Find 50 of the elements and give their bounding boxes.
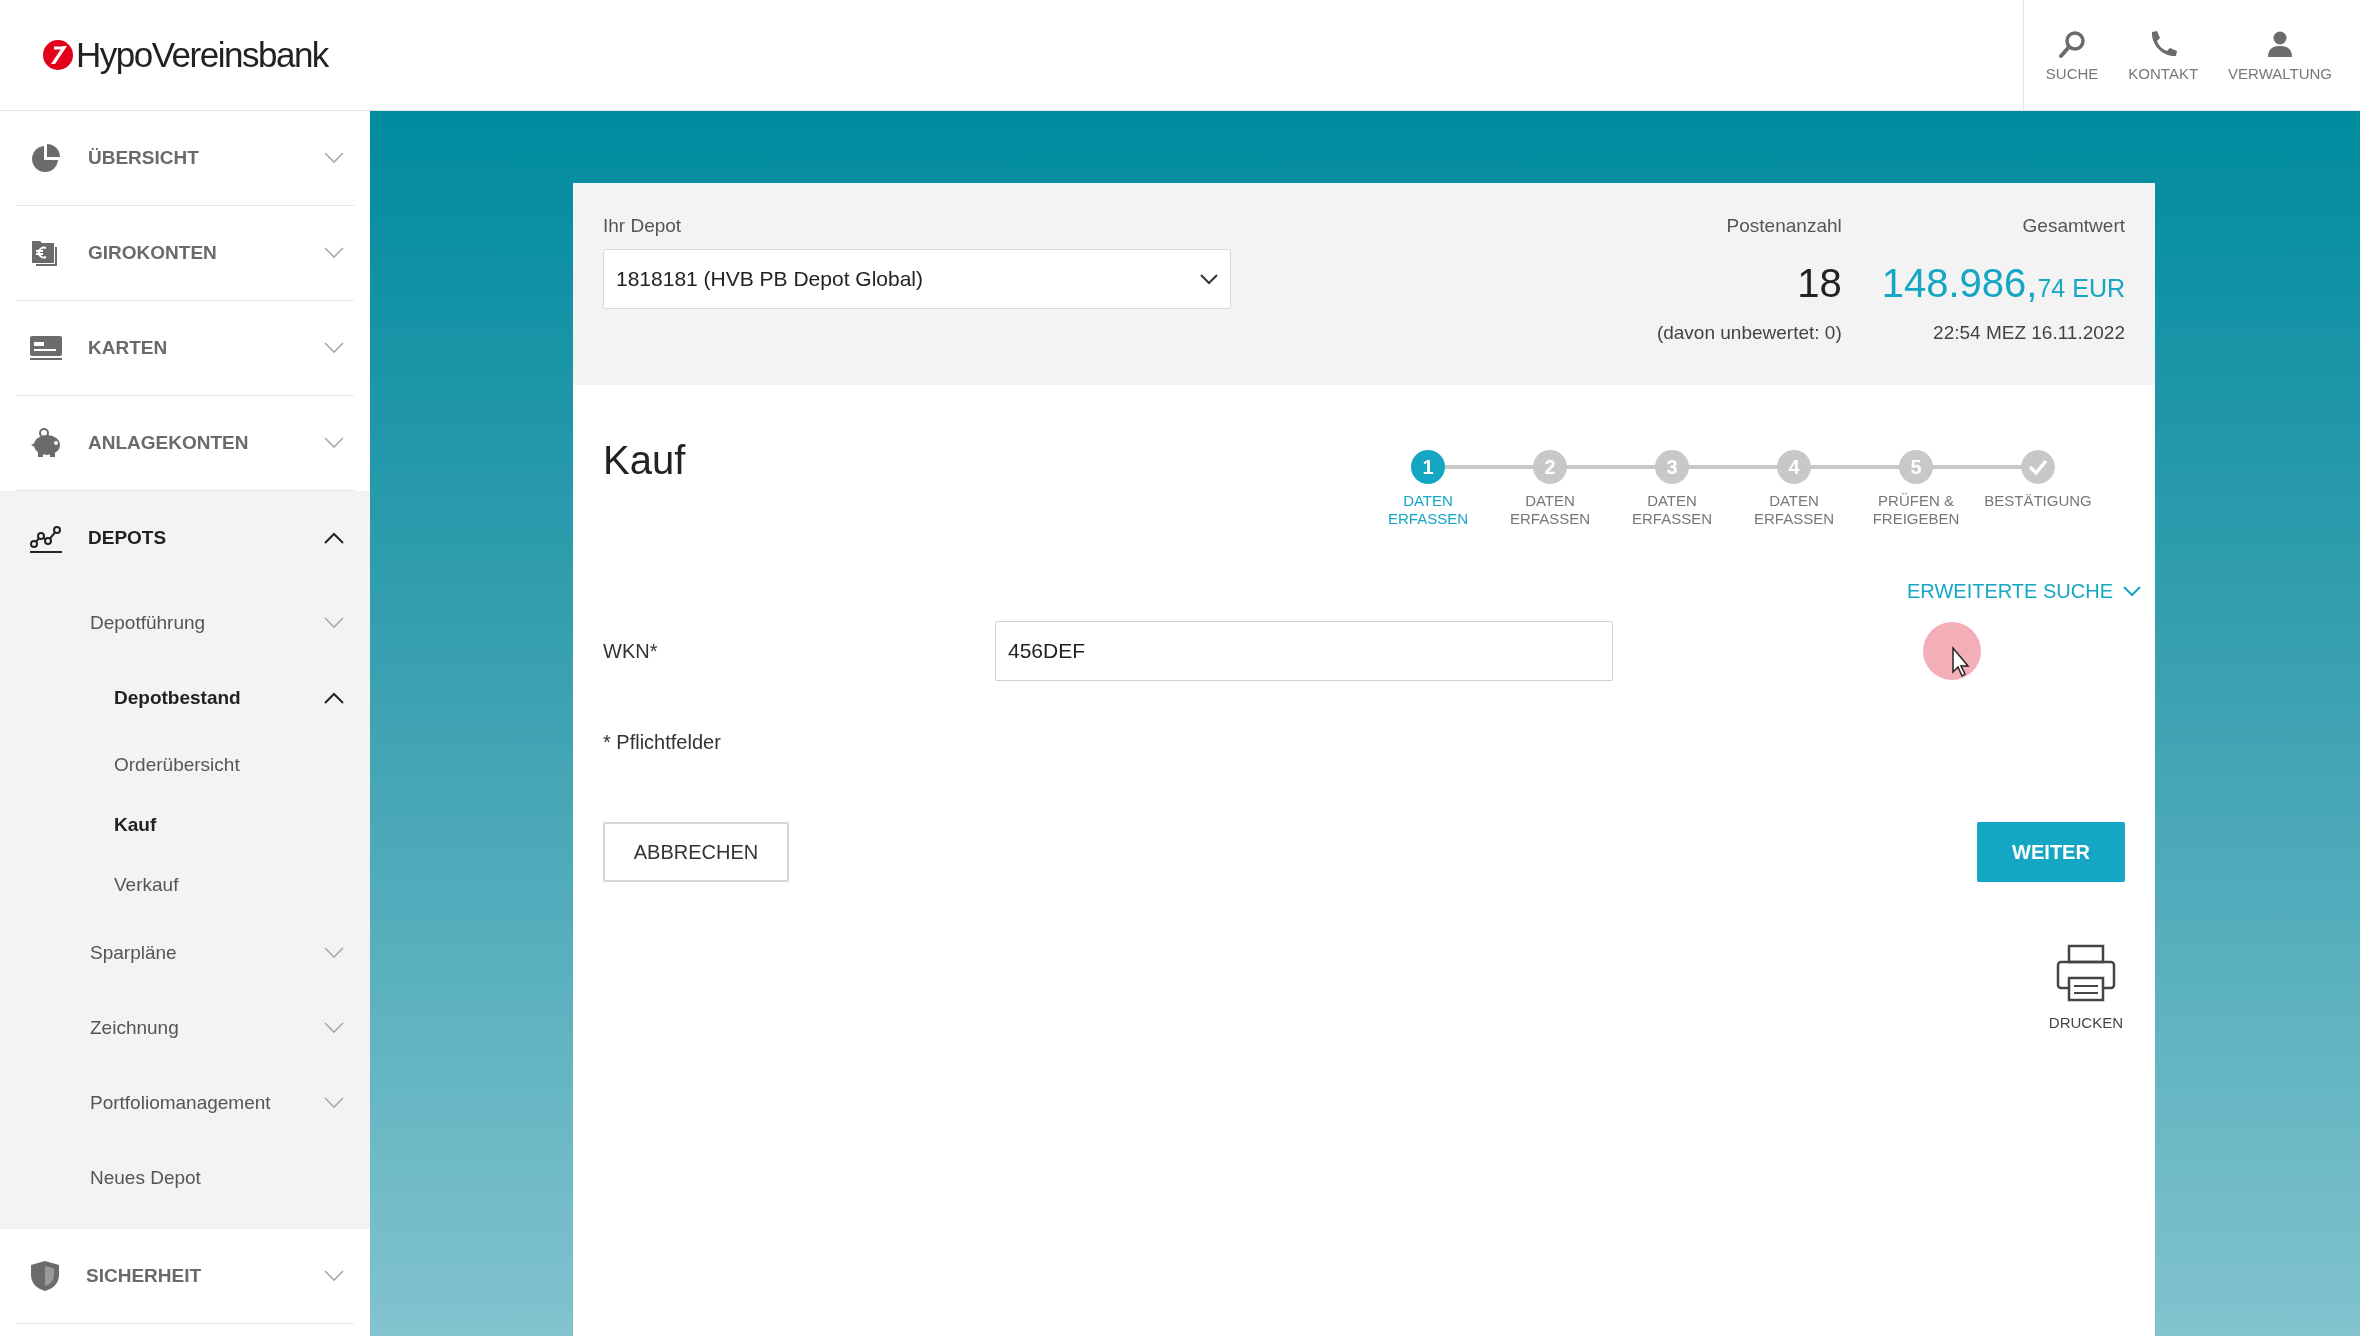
nav-item[interactable]: GIROKONTEN <box>16 206 354 300</box>
print-button[interactable]: DRUCKEN <box>2048 944 2123 1031</box>
search-icon <box>2057 28 2088 59</box>
stat-label: Gesamtwert <box>2022 215 2125 237</box>
chevron-down-icon <box>1200 273 1218 285</box>
position-count: 18 <box>1797 261 1842 306</box>
shield-icon <box>30 1260 60 1292</box>
nav-subitem[interactable]: Depotbestand <box>16 660 354 735</box>
field-label: Ihr Depot <box>603 215 683 237</box>
chevron-down-icon <box>2123 586 2141 597</box>
logo-icon <box>42 39 74 71</box>
total-amount: 148.986, <box>1881 261 2038 306</box>
nav-subitem[interactable]: Sparpläne <box>16 915 354 990</box>
field-label: WKN* <box>603 639 659 663</box>
nav-subitem[interactable]: Zeichnung <box>16 990 354 1065</box>
pie-chart-icon <box>30 142 62 174</box>
search-button[interactable]: SUCHE <box>2033 28 2111 82</box>
nav-subitem[interactable]: Neues Depot <box>16 1140 354 1215</box>
contact-button[interactable]: KONTAKT <box>2116 28 2211 82</box>
step-label: PRÜFEN & FREIGEBEN <box>1871 492 1961 528</box>
step-label: DATEN ERFASSEN <box>1509 492 1591 528</box>
depot-select[interactable]: 1818181 (HVB PB Depot Global) <box>603 249 1231 309</box>
step-label: DATEN ERFASSEN <box>1387 492 1469 528</box>
piggy-bank-icon <box>30 427 62 459</box>
nav-item[interactable]: KARTEN <box>16 301 354 395</box>
nav-subitem[interactable]: Verkauf <box>16 855 354 915</box>
timestamp: 22:54 MEZ 16.11.2022 <box>1933 322 2125 344</box>
cancel-button[interactable]: ABBRECHEN <box>603 822 789 882</box>
nav-item[interactable]: ANLAGEKONTEN <box>16 396 354 490</box>
nav-subitem[interactable]: Kauf <box>16 795 354 855</box>
nav-subitem[interactable]: Depotführung <box>16 585 354 660</box>
step-label: DATEN ERFASSEN <box>1753 492 1835 528</box>
step-label: BESTÄTIGUNG <box>1983 492 2093 510</box>
printer-icon <box>2054 944 2117 1002</box>
account-button[interactable]: VERWALTUNG <box>2216 28 2344 82</box>
wkn-input[interactable]: 456DEF <box>995 621 1613 681</box>
brand-name: HypoVereinsbank <box>76 35 328 75</box>
page-title: Kauf <box>603 438 686 483</box>
nav-item[interactable]: ÜBERSICHT <box>16 111 354 205</box>
stat-note: (davon unbewertet: 0) <box>1656 322 1842 344</box>
nav-subitem[interactable]: Orderübersicht <box>16 735 354 795</box>
nav-item[interactable]: DEPOTS <box>16 491 354 585</box>
nav-subitem[interactable]: Portfoliomanagement <box>16 1065 354 1140</box>
step-label: DATEN ERFASSEN <box>1631 492 1713 528</box>
step-number: 1 <box>1411 450 1445 484</box>
nav-item[interactable]: SICHERHEIT <box>16 1229 354 1323</box>
total-fraction: 74 EUR <box>2037 274 2125 303</box>
card-icon <box>30 334 62 362</box>
required-note: * Pflichtfelder <box>603 731 722 754</box>
stat-label: Postenanzahl <box>1726 215 1842 237</box>
